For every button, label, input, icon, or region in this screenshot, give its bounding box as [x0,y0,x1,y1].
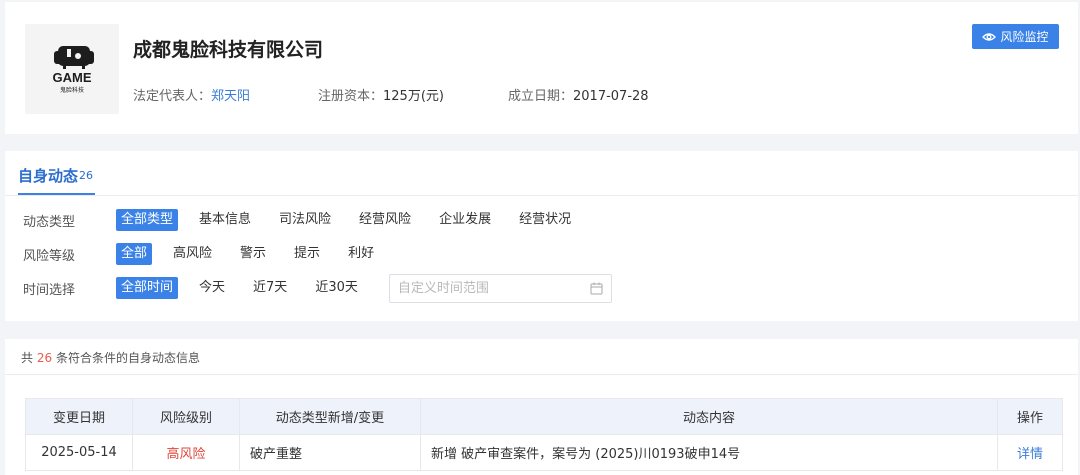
col-header-date: 变更日期 [25,398,133,435]
filter-time-today[interactable]: 今天 [194,277,230,299]
dynamics-table: 变更日期 风险级别 动态类型新增/变更 动态内容 操作 2025-05-14 高… [25,398,1063,471]
risk-monitor-label: 风险监控 [1000,30,1049,44]
capital-value: 125万(元) [383,89,444,104]
col-header-type: 动态类型新增/变更 [239,398,421,435]
filter-time-7days[interactable]: 近7天 [248,277,292,299]
company-name: 成都鬼脸科技有限公司 [133,39,324,61]
company-logo: GAME 鬼脸科技 [25,24,119,114]
filter-type-basic[interactable]: 基本信息 [194,209,256,231]
tab-self-dynamics[interactable]: 自身动态 26 [18,158,96,195]
result-count-prefix: 共 [21,351,34,365]
filter-panel: 自身动态 26 动态类型 全部类型 基本信息 司法风险 经营风险 企业发展 经营状… [5,151,1078,321]
table-header-row: 变更日期 风险级别 动态类型新增/变更 动态内容 操作 [25,398,1063,435]
logo-subtext: 鬼脸科技 [60,86,84,94]
filter-risk-high[interactable]: 高风险 [168,243,217,265]
filter-time-label: 时间选择 [23,282,76,298]
tab-count: 26 [79,169,94,182]
filter-risk-positive[interactable]: 利好 [343,243,379,265]
legal-rep-link[interactable]: 郑天阳 [211,89,250,104]
filter-risk-all[interactable]: 全部 [116,243,153,265]
filter-row-risk: 风险等级 全部 高风险 警示 提示 利好 [23,243,397,265]
filter-type-judicial[interactable]: 司法风险 [274,209,336,231]
tab-divider [5,195,1078,196]
eye-icon [982,32,997,41]
col-header-risk: 风险级别 [132,398,240,435]
cell-risk: 高风险 [132,434,240,471]
filter-type-label: 动态类型 [23,214,76,230]
results-panel: 共 26 条符合条件的自身动态信息 变更日期 风险级别 动态类型新增/变更 动态… [5,339,1078,475]
legal-representative: 法定代表人：郑天阳 [133,85,250,104]
filter-type-operating-risk[interactable]: 经营风险 [354,209,416,231]
result-count-suffix: 条符合条件的自身动态信息 [55,351,200,365]
cell-content: 新增 破产审查案件，案号为 (2025)川0193破申14号 [420,434,998,471]
risk-monitor-button[interactable]: 风险监控 [972,24,1059,49]
filter-risk-warning[interactable]: 警示 [235,243,271,265]
cell-type: 破产重整 [239,434,421,471]
table-row: 2025-05-14 高风险 破产重整 新增 破产审查案件，案号为 (2025)… [25,434,1063,471]
founded-label: 成立日期： [508,89,574,104]
filter-time-all[interactable]: 全部时间 [116,277,179,299]
detail-link[interactable]: 详情 [997,434,1063,471]
filter-type-all[interactable]: 全部类型 [116,209,179,231]
legal-rep-label: 法定代表人： [133,89,212,104]
cell-date: 2025-05-14 [25,434,133,471]
filter-time-30days[interactable]: 近30天 [310,277,363,299]
col-header-content: 动态内容 [420,398,998,435]
custom-date-range-input[interactable]: 自定义时间范围 [388,273,612,303]
filter-type-development[interactable]: 企业发展 [434,209,496,231]
calendar-icon [590,282,603,294]
tab-label: 自身动态 [18,167,79,185]
company-header: GAME 鬼脸科技 成都鬼脸科技有限公司 法定代表人：郑天阳 注册资本：125万… [5,2,1078,134]
logo-wordmark: GAME [53,70,92,85]
col-header-action: 操作 [997,398,1063,435]
filter-row-type: 动态类型 全部类型 基本信息 司法风险 经营风险 企业发展 经营状况 [23,209,594,231]
date-range-placeholder: 自定义时间范围 [397,280,489,296]
registered-capital: 注册资本：125万(元) [318,85,444,104]
filter-type-operating-status[interactable]: 经营状况 [514,209,576,231]
result-count: 共 26 条符合条件的自身动态信息 [21,349,200,366]
filter-risk-label: 风险等级 [23,248,76,264]
founded-value: 2017-07-28 [573,89,649,104]
founded-date: 成立日期：2017-07-28 [508,85,649,104]
filter-risk-notice[interactable]: 提示 [289,243,325,265]
capital-label: 注册资本： [318,89,384,104]
filter-row-time: 时间选择 全部时间 今天 近7天 近30天 自定义时间范围 [23,273,612,303]
result-count-number: 26 [36,351,53,365]
result-divider [5,374,1078,375]
